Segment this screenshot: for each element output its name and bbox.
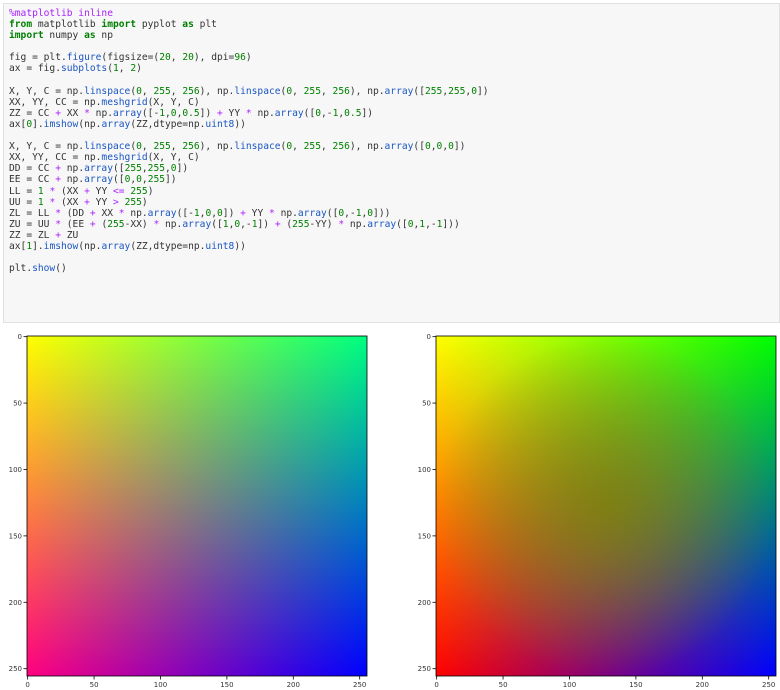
y-tick-label: 100	[418, 466, 431, 474]
y-tick-label: 0	[427, 333, 431, 341]
x-tick-label: 200	[287, 681, 300, 689]
x-tick-label: 0	[434, 681, 438, 689]
y-tick-label: 150	[418, 532, 431, 540]
y-tick-label: 200	[9, 599, 22, 607]
image-center-shade	[436, 336, 776, 676]
x-tick-label: 100	[154, 681, 167, 689]
y-tick-label: 150	[9, 532, 22, 540]
y-tick-label: 100	[9, 466, 22, 474]
x-tick-label: 250	[762, 681, 775, 689]
y-tick-label: 250	[9, 665, 22, 673]
y-tick-label: 200	[418, 599, 431, 607]
output-figure: 0 50 100 150 200 250050100150200250 0 50 100 150…	[9, 333, 777, 689]
x-tick-label: 100	[563, 681, 576, 689]
y-tick-label: 50	[13, 400, 22, 408]
y-tick-label: 50	[422, 400, 431, 408]
x-tick-label: 250	[353, 681, 366, 689]
x-tick-label: 150	[220, 681, 233, 689]
y-tick-label: 0	[18, 333, 22, 341]
image-overlay	[27, 336, 367, 676]
x-tick-label: 0	[25, 681, 29, 689]
y-tick-label: 250	[418, 665, 431, 673]
right-plot: 0 50 100 150 200 250050100150200250	[418, 333, 777, 689]
left-plot: 0 50 100 150 200 250050100150200250	[9, 333, 368, 689]
x-tick-label: 150	[629, 681, 642, 689]
x-tick-label: 50	[90, 681, 99, 689]
x-tick-label: 200	[696, 681, 709, 689]
x-tick-label: 50	[499, 681, 508, 689]
